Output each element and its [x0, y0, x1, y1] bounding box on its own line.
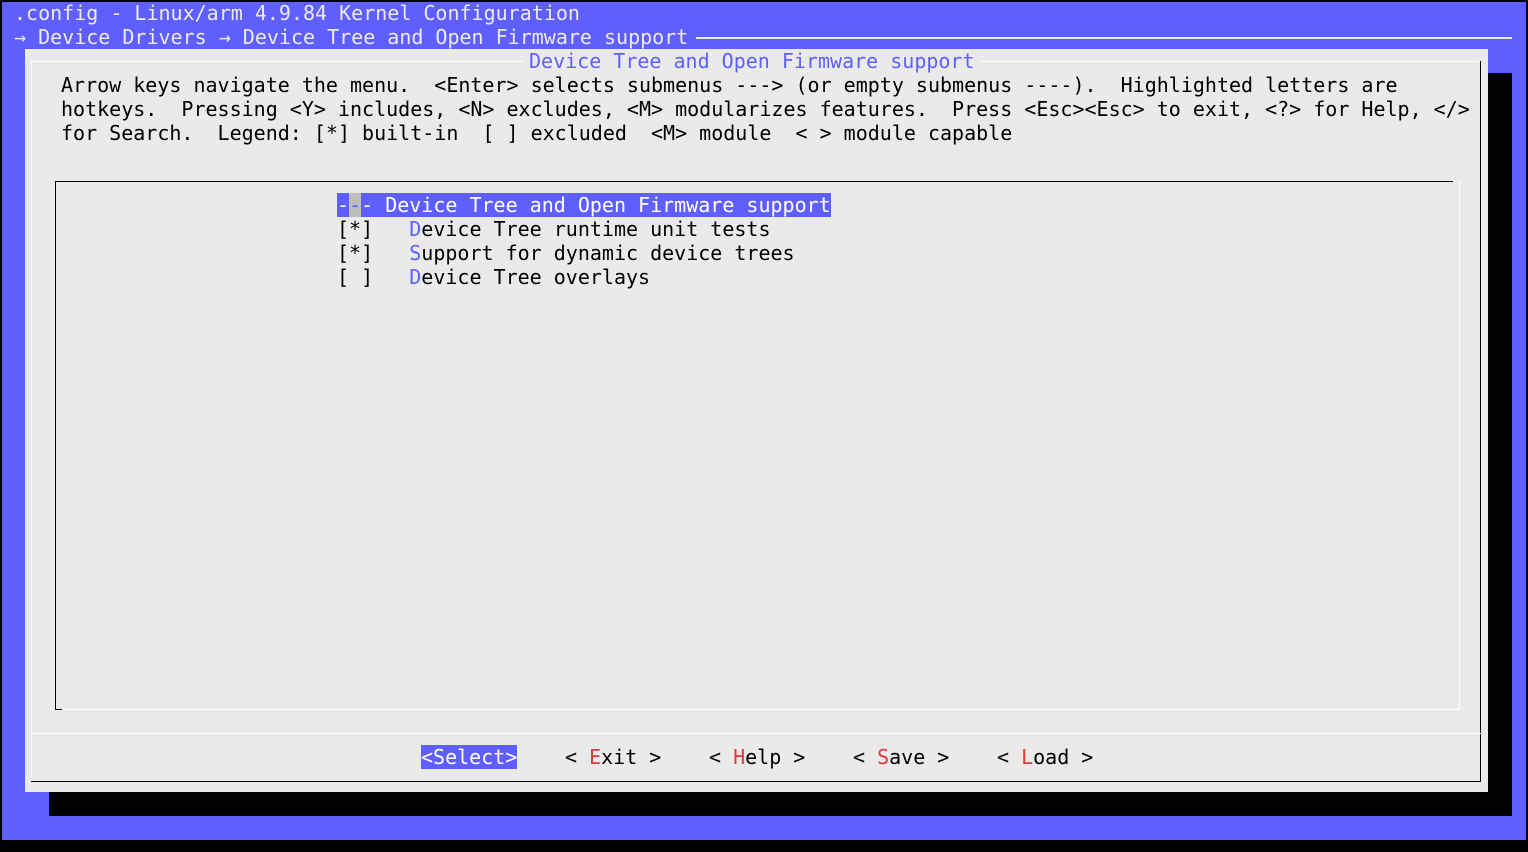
menu-item-device-tree-overlays[interactable]: [ ] Device Tree overlays: [337, 265, 650, 289]
menu-item-device-tree-of-support[interactable]: --- Device Tree and Open Firmware suppor…: [337, 193, 831, 217]
menu-item-label: upport for dynamic device trees: [421, 241, 795, 265]
button-bracket: >: [925, 745, 950, 769]
help-text-line-2: hotkeys. Pressing <Y> includes, <N> excl…: [61, 97, 1470, 121]
menu-item-hotkey: D: [409, 265, 422, 289]
dialog-window: [25, 49, 1488, 792]
button-bracket: >: [1069, 745, 1094, 769]
button-bracket: <: [709, 745, 734, 769]
terminal-bottom-band: [0, 840, 1528, 852]
menu-item-label: evice Tree overlays: [421, 265, 651, 289]
menu-item-label: evice Tree runtime unit tests: [421, 217, 771, 241]
help-text-line-1: Arrow keys navigate the menu. <Enter> se…: [61, 73, 1398, 97]
menu-item-checkbox: [*]: [337, 217, 410, 241]
button-label: ave: [889, 745, 926, 769]
menu-item-hotkey: D: [409, 217, 422, 241]
button-bracket: <: [997, 745, 1022, 769]
menu-item-checkbox: [*]: [337, 241, 410, 265]
menu-box-right: [1459, 181, 1460, 710]
button-hotkey: L: [1021, 745, 1034, 769]
button-hotkey: H: [733, 745, 746, 769]
button-bracket: <: [853, 745, 878, 769]
help-button[interactable]: < Help >: [709, 745, 805, 769]
help-text-line-3: for Search. Legend: [*] built-in [ ] exc…: [61, 121, 1013, 145]
menu-item-prefix: -: [361, 193, 386, 217]
select-button[interactable]: <Select>: [421, 745, 518, 769]
button-bracket: <: [565, 745, 590, 769]
button-hotkey: E: [589, 745, 602, 769]
menu-item-runtime-unit-tests[interactable]: [*] Device Tree runtime unit tests: [337, 217, 771, 241]
save-button[interactable]: < Save >: [853, 745, 949, 769]
exit-button[interactable]: < Exit >: [565, 745, 661, 769]
window-title: .config - Linux/arm 4.9.84 Kernel Config…: [14, 1, 580, 25]
button-label: oad: [1033, 745, 1070, 769]
menu-box-bottom: [62, 709, 1460, 710]
menu-item-dynamic-device-trees[interactable]: [*] Support for dynamic device trees: [337, 241, 795, 265]
dialog-title: Device Tree and Open Firmware support: [523, 49, 981, 73]
button-bracket: >: [781, 745, 806, 769]
menu-item-checkbox: [ ]: [337, 265, 410, 289]
button-bracket: >: [637, 745, 662, 769]
menu-box-bottom-tick: [55, 709, 62, 710]
dialog-border-bottom: [31, 781, 1481, 782]
dialog-border-right: [1480, 61, 1481, 782]
button-hotkey: S: [877, 745, 890, 769]
menu-item-prefix: -: [337, 193, 350, 217]
menu-item-label: Device Tree and Open Firmware support: [385, 193, 831, 217]
menu-box-left: [55, 181, 56, 710]
menu-item-hotkey: S: [409, 241, 422, 265]
button-bar-separator: [31, 733, 1481, 734]
dialog-border-left: [31, 61, 32, 782]
button-label: elp: [745, 745, 782, 769]
button-label: xit: [601, 745, 638, 769]
load-button[interactable]: < Load >: [997, 745, 1093, 769]
breadcrumb-rule: [696, 37, 1512, 39]
menu-cursor: -: [349, 193, 362, 217]
breadcrumb: → Device Drivers → Device Tree and Open …: [14, 25, 689, 49]
menu-box-top: [55, 181, 1453, 182]
